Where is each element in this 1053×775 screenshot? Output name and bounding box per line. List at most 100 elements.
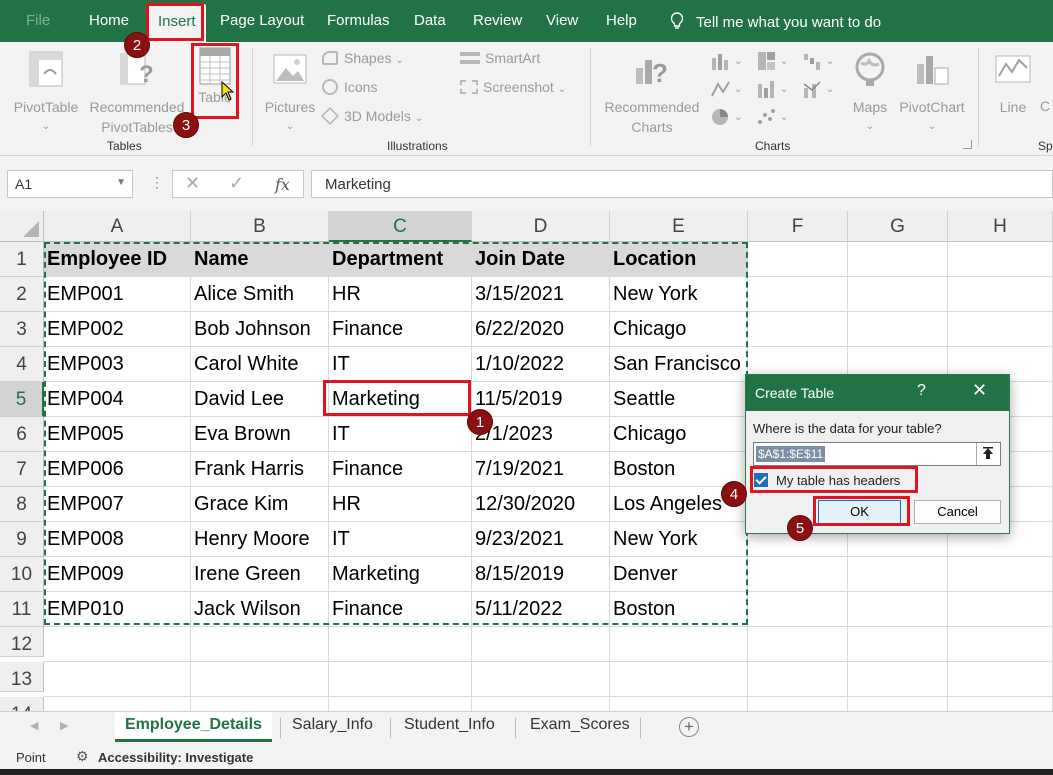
ok-button[interactable]: OK <box>818 500 901 524</box>
insert-function-icon[interactable]: fx <box>275 175 290 194</box>
sheet-tab-employee-details[interactable]: Employee_Details <box>115 712 272 742</box>
tab-help[interactable]: Help <box>606 12 637 29</box>
cell-e6[interactable]: Chicago <box>610 417 748 452</box>
cell-d13[interactable] <box>472 662 610 697</box>
charts-dialog-launcher-icon[interactable] <box>963 140 972 149</box>
cell-f10[interactable] <box>748 557 848 592</box>
line-chart-icon[interactable]: ⌄ <box>710 78 744 100</box>
row-header-4[interactable]: 4 <box>0 347 44 382</box>
cell-d2[interactable]: 3/15/2021 <box>472 277 610 312</box>
cell-e13[interactable] <box>610 662 748 697</box>
cell-e10[interactable]: Denver <box>610 557 748 592</box>
scroll-left-icon[interactable]: ◀ <box>30 719 38 732</box>
cell-c8[interactable]: HR <box>329 487 472 522</box>
cell-d3[interactable]: 6/22/2020 <box>472 312 610 347</box>
cell-b8[interactable]: Grace Kim <box>191 487 329 522</box>
tab-home[interactable]: Home <box>89 12 129 29</box>
cell-h14[interactable] <box>948 697 1053 711</box>
cell-a4[interactable]: EMP003 <box>44 347 191 382</box>
cell-d12[interactable] <box>472 627 610 662</box>
cell-a3[interactable]: EMP002 <box>44 312 191 347</box>
cell-f1[interactable] <box>748 242 848 277</box>
formula-input[interactable]: Marketing <box>311 170 1053 198</box>
cell-d4[interactable]: 1/10/2022 <box>472 347 610 382</box>
row-header-6[interactable]: 6 <box>0 417 44 452</box>
row-header-14[interactable]: 14 <box>0 697 44 711</box>
cell-a14[interactable] <box>44 697 191 711</box>
cell-a2[interactable]: EMP001 <box>44 277 191 312</box>
select-all-corner[interactable] <box>0 211 44 242</box>
column-header-g[interactable]: G <box>848 211 948 242</box>
cell-b11[interactable]: Jack Wilson <box>191 592 329 627</box>
cell-h13[interactable] <box>948 662 1053 697</box>
row-header-3[interactable]: 3 <box>0 312 44 347</box>
cell-e4[interactable]: San Francisco <box>610 347 748 382</box>
icons-button[interactable]: Icons <box>322 79 377 95</box>
row-header-12[interactable]: 12 <box>0 627 44 657</box>
sparkline-column-button[interactable]: C <box>1040 96 1053 116</box>
tab-page-layout[interactable]: Page Layout <box>220 12 304 29</box>
add-sheet-icon[interactable]: + <box>679 717 699 737</box>
cell-h2[interactable] <box>948 277 1053 312</box>
waterfall-chart-icon[interactable]: ⌄ <box>802 50 836 72</box>
pie-chart-icon[interactable]: ⌄ <box>710 106 744 128</box>
cell-c6[interactable]: IT <box>329 417 472 452</box>
confirm-entry-icon[interactable]: ✓ <box>229 173 244 194</box>
combo-chart-icon[interactable]: ⌄ <box>802 78 836 100</box>
cell-f13[interactable] <box>748 662 848 697</box>
cell-h12[interactable] <box>948 627 1053 662</box>
cell-c12[interactable] <box>329 627 472 662</box>
cell-a7[interactable]: EMP006 <box>44 452 191 487</box>
cell-a12[interactable] <box>44 627 191 662</box>
tab-insert[interactable]: Insert <box>148 4 206 42</box>
row-header-2[interactable]: 2 <box>0 277 44 312</box>
cell-e11[interactable]: Boston <box>610 592 748 627</box>
pivotchart-button[interactable]: PivotChart ⌄ <box>896 50 968 137</box>
cell-g10[interactable] <box>848 557 948 592</box>
sheet-tab-salary-info[interactable]: Salary_Info <box>292 716 373 734</box>
recommended-charts-button[interactable]: ? Recommended Charts <box>598 50 706 137</box>
cell-f3[interactable] <box>748 312 848 347</box>
name-box[interactable]: A1 ▼ <box>7 170 133 198</box>
cell-g13[interactable] <box>848 662 948 697</box>
pivottable-button[interactable]: PivotTable ⌄ <box>10 50 82 137</box>
column-header-c[interactable]: C <box>329 211 472 242</box>
cell-d9[interactable]: 9/23/2021 <box>472 522 610 557</box>
shapes-button[interactable]: Shapes ⌄ <box>322 50 404 66</box>
cell-b10[interactable]: Irene Green <box>191 557 329 592</box>
cell-a8[interactable]: EMP007 <box>44 487 191 522</box>
cell-b2[interactable]: Alice Smith <box>191 277 329 312</box>
cell-b13[interactable] <box>191 662 329 697</box>
row-header-11[interactable]: 11 <box>0 592 44 627</box>
column-header-b[interactable]: B <box>191 211 329 242</box>
tab-file[interactable]: File <box>26 12 50 29</box>
tab-data[interactable]: Data <box>414 12 446 29</box>
cell-d5[interactable]: 11/5/2019 <box>472 382 610 417</box>
headers-checkbox-label[interactable]: My table has headers <box>776 473 900 488</box>
row-header-7[interactable]: 7 <box>0 452 44 487</box>
cell-c4[interactable]: IT <box>329 347 472 382</box>
cell-a10[interactable]: EMP009 <box>44 557 191 592</box>
column-header-f[interactable]: F <box>748 211 848 242</box>
cell-h10[interactable] <box>948 557 1053 592</box>
cell-d10[interactable]: 8/15/2019 <box>472 557 610 592</box>
cell-c9[interactable]: IT <box>329 522 472 557</box>
tab-formulas[interactable]: Formulas <box>327 12 390 29</box>
cell-a1[interactable]: Employee ID <box>44 242 191 277</box>
sheet-tab-exam-scores[interactable]: Exam_Scores <box>530 716 630 734</box>
cell-g3[interactable] <box>848 312 948 347</box>
cell-d11[interactable]: 5/11/2022 <box>472 592 610 627</box>
cell-a9[interactable]: EMP008 <box>44 522 191 557</box>
cell-d1[interactable]: Join Date <box>472 242 610 277</box>
cell-a6[interactable]: EMP005 <box>44 417 191 452</box>
pictures-button[interactable]: Pictures ⌄ <box>262 50 318 137</box>
cell-e5[interactable]: Seattle <box>610 382 748 417</box>
cell-e14[interactable] <box>610 697 748 711</box>
cell-g14[interactable] <box>848 697 948 711</box>
row-header-8[interactable]: 8 <box>0 487 44 522</box>
cell-c5[interactable]: Marketing <box>329 382 472 417</box>
cell-e2[interactable]: New York <box>610 277 748 312</box>
headers-checkbox[interactable] <box>754 473 768 487</box>
accessibility-status[interactable]: Accessibility: Investigate <box>98 750 253 765</box>
cell-g2[interactable] <box>848 277 948 312</box>
